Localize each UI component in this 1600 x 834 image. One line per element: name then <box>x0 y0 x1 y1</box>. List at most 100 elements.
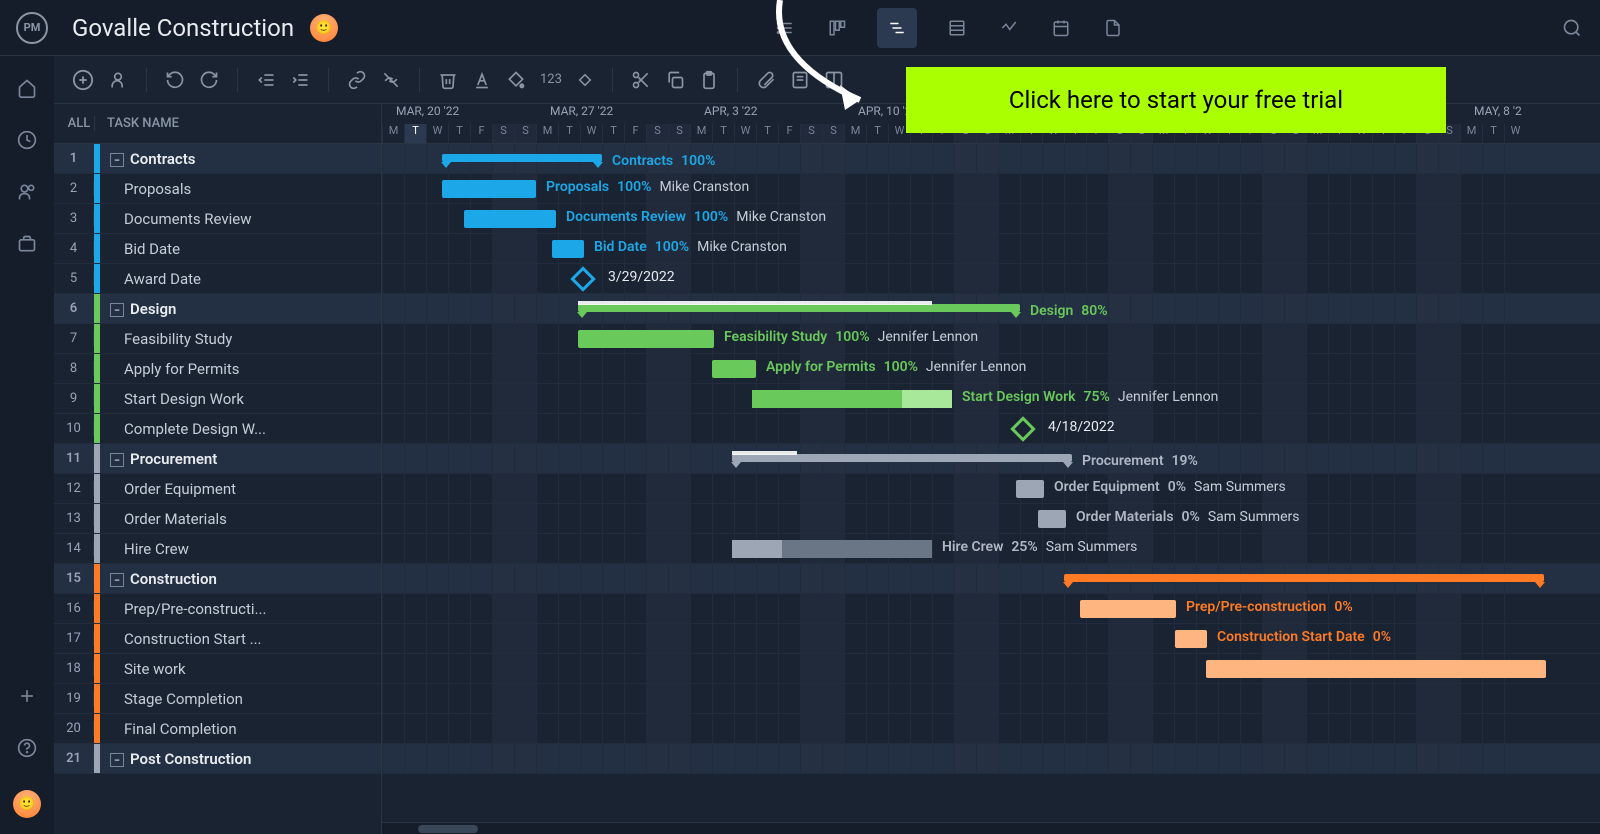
gantt-bar[interactable]: Order Materials0%Sam Summers <box>1038 510 1066 528</box>
task-name-cell: −Post Construction <box>100 750 381 768</box>
task-row[interactable]: 9 Start Design Work <box>54 384 381 414</box>
milestone-diamond[interactable] <box>570 266 595 291</box>
gantt-bar[interactable]: Feasibility Study100%Jennifer Lennon <box>578 330 714 348</box>
delete-icon[interactable] <box>438 70 458 90</box>
task-row[interactable]: 2 Proposals <box>54 174 381 204</box>
gantt-bar[interactable]: Hire Crew25%Sam Summers <box>732 540 932 558</box>
paste-icon[interactable] <box>699 70 719 90</box>
gantt-bar[interactable]: Contracts100% <box>442 154 602 162</box>
gantt-bar[interactable]: Order Equipment0%Sam Summers <box>1016 480 1044 498</box>
column-all[interactable]: ALL <box>54 116 94 131</box>
task-row[interactable]: 16 Prep/Pre-constructi... <box>54 594 381 624</box>
redo-icon[interactable] <box>199 70 219 90</box>
nav-rail <box>0 56 54 834</box>
task-row[interactable]: 1 −Contracts <box>54 144 381 174</box>
task-row[interactable]: 15 −Construction <box>54 564 381 594</box>
undo-icon[interactable] <box>165 70 185 90</box>
app-logo[interactable]: PM <box>16 12 48 44</box>
portfolio-icon[interactable] <box>17 234 37 254</box>
gantt-bar[interactable] <box>1064 574 1544 582</box>
gantt-view-icon[interactable] <box>877 8 917 48</box>
column-task-name[interactable]: TASK NAME <box>94 116 381 131</box>
row-number: 11 <box>54 451 94 466</box>
gantt-bar[interactable]: Construction Start Date0% <box>1175 630 1207 648</box>
123-icon[interactable]: 123 <box>540 72 562 87</box>
gantt-bar[interactable]: Design80% <box>578 304 1020 312</box>
add-task-icon[interactable] <box>72 69 94 91</box>
day-label: M <box>844 124 866 144</box>
task-row[interactable]: 7 Feasibility Study <box>54 324 381 354</box>
team-icon[interactable] <box>17 182 37 202</box>
sheet-view-icon[interactable] <box>945 16 969 40</box>
horizontal-scrollbar[interactable] <box>382 822 1600 834</box>
indent-icon[interactable] <box>290 70 310 90</box>
task-row[interactable]: 8 Apply for Permits <box>54 354 381 384</box>
collapse-icon[interactable]: − <box>110 573 124 587</box>
search-icon[interactable] <box>1560 16 1584 40</box>
gantt-bar[interactable]: Procurement19% <box>732 454 1072 462</box>
assign-icon[interactable] <box>108 70 128 90</box>
gantt-bar[interactable]: Bid Date100%Mike Cranston <box>552 240 584 258</box>
free-trial-cta[interactable]: Click here to start your free trial <box>906 67 1446 133</box>
row-number: 9 <box>54 391 94 406</box>
milestone-tool-icon[interactable] <box>576 71 594 89</box>
task-name-cell: −Procurement <box>100 450 381 468</box>
project-title: Govalle Construction <box>72 14 294 42</box>
list-view-icon[interactable] <box>773 16 797 40</box>
gantt-bar[interactable]: Apply for Permits100%Jennifer Lennon <box>712 360 756 378</box>
bar-label: Start Design Work75%Jennifer Lennon <box>962 389 1218 405</box>
collapse-icon[interactable]: − <box>110 753 124 767</box>
task-row[interactable]: 21 −Post Construction <box>54 744 381 774</box>
task-row[interactable]: 17 Construction Start ... <box>54 624 381 654</box>
recent-icon[interactable] <box>17 130 37 150</box>
fill-icon[interactable] <box>506 70 526 90</box>
task-row[interactable]: 5 Award Date <box>54 264 381 294</box>
collapse-icon[interactable]: − <box>110 303 124 317</box>
home-icon[interactable] <box>17 78 37 98</box>
calendar-view-icon[interactable] <box>1049 16 1073 40</box>
unlink-icon[interactable] <box>381 70 401 90</box>
gantt-bar[interactable]: Prep/Pre-construction0% <box>1080 600 1176 618</box>
row-number: 19 <box>54 691 94 706</box>
task-row[interactable]: 6 −Design <box>54 294 381 324</box>
columns-icon[interactable] <box>824 70 844 90</box>
gantt-bar[interactable]: Start Design Work75%Jennifer Lennon <box>752 390 952 408</box>
row-number: 16 <box>54 601 94 616</box>
help-icon[interactable] <box>17 738 37 758</box>
task-row[interactable]: 12 Order Equipment <box>54 474 381 504</box>
task-row[interactable]: 18 Site work <box>54 654 381 684</box>
gantt-bar[interactable]: Documents Review100%Mike Cranston <box>464 210 556 228</box>
timeline[interactable]: MAR, 20 '22MAR, 27 '22APR, 3 '22APR, 10 … <box>382 104 1600 834</box>
add-icon[interactable] <box>17 686 37 706</box>
user-avatar[interactable] <box>13 790 41 818</box>
files-view-icon[interactable] <box>1101 16 1125 40</box>
week-label: MAR, 20 '22 <box>396 104 459 118</box>
gantt-bar[interactable]: Proposals100%Mike Cranston <box>442 180 536 198</box>
task-row[interactable]: 4 Bid Date <box>54 234 381 264</box>
row-number: 3 <box>54 211 94 226</box>
note-icon[interactable] <box>790 70 810 90</box>
collapse-icon[interactable]: − <box>110 153 124 167</box>
task-row[interactable]: 14 Hire Crew <box>54 534 381 564</box>
dashboard-view-icon[interactable] <box>997 16 1021 40</box>
text-color-icon[interactable] <box>472 70 492 90</box>
project-avatar[interactable] <box>310 14 338 42</box>
milestone-label: 3/29/2022 <box>608 269 675 285</box>
board-view-icon[interactable] <box>825 16 849 40</box>
attach-icon[interactable] <box>756 70 776 90</box>
cut-icon[interactable] <box>631 70 651 90</box>
milestone-diamond[interactable] <box>1010 416 1035 441</box>
task-name-cell: −Contracts <box>100 150 381 168</box>
task-row[interactable]: 19 Stage Completion <box>54 684 381 714</box>
link-icon[interactable] <box>347 70 367 90</box>
task-row[interactable]: 3 Documents Review <box>54 204 381 234</box>
collapse-icon[interactable]: − <box>110 453 124 467</box>
task-row[interactable]: 10 Complete Design W... <box>54 414 381 444</box>
row-number: 15 <box>54 571 94 586</box>
task-row[interactable]: 13 Order Materials <box>54 504 381 534</box>
gantt-bar[interactable] <box>1206 660 1546 678</box>
task-row[interactable]: 11 −Procurement <box>54 444 381 474</box>
outdent-icon[interactable] <box>256 70 276 90</box>
copy-icon[interactable] <box>665 70 685 90</box>
task-row[interactable]: 20 Final Completion <box>54 714 381 744</box>
